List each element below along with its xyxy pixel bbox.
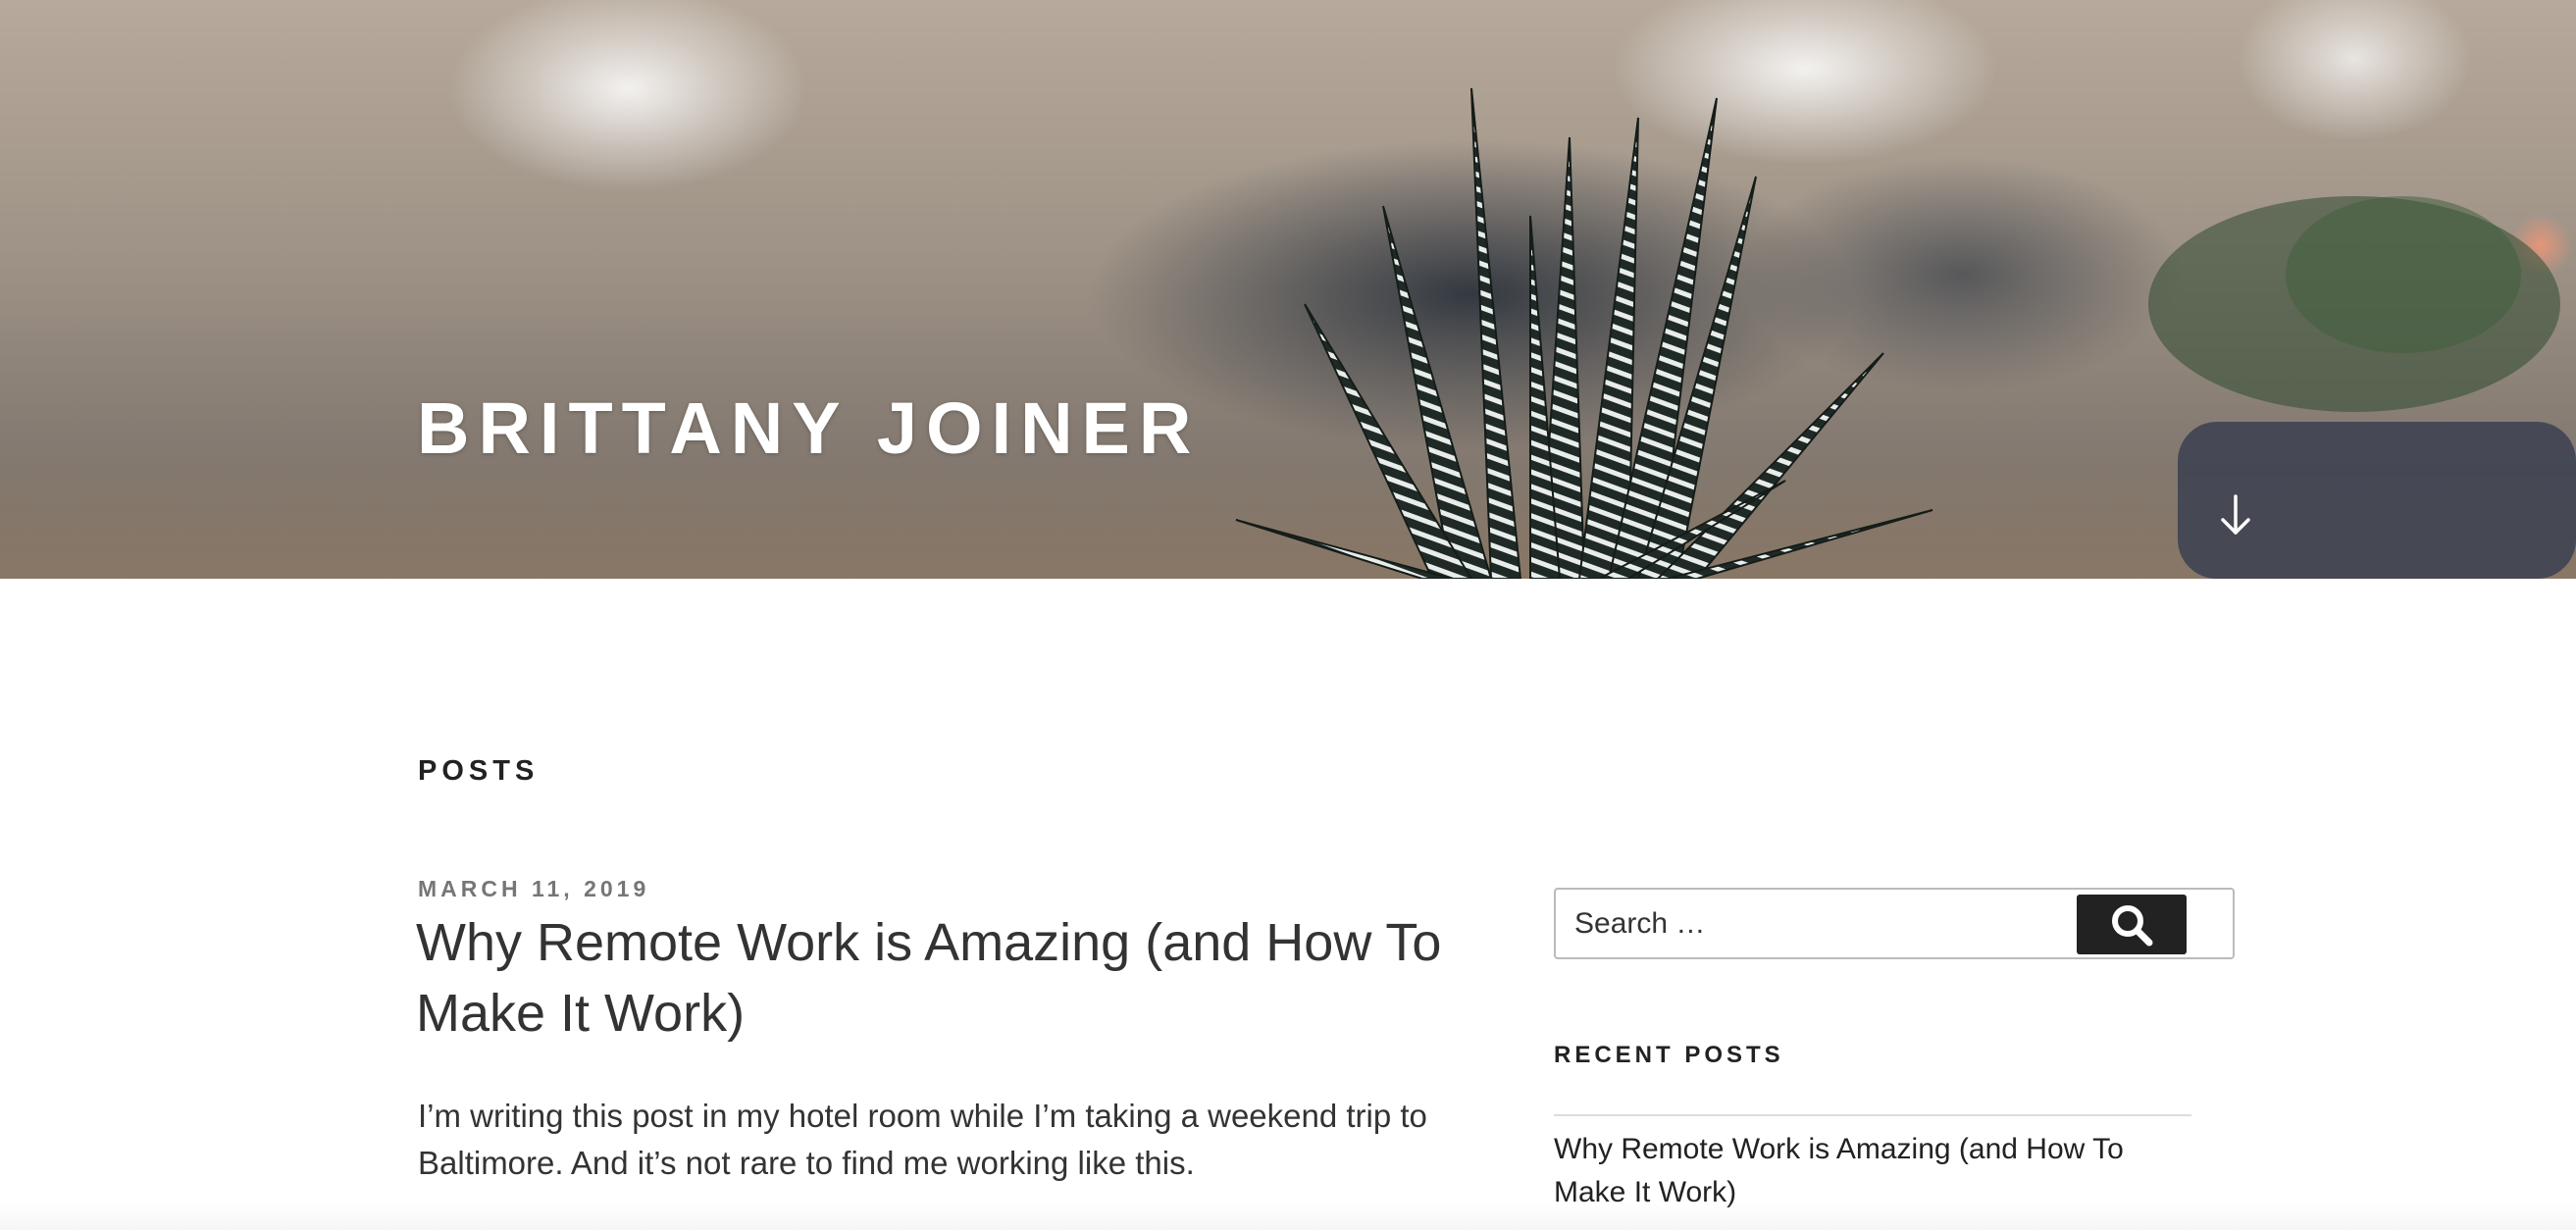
site-header: BRITTANY JOINER [0,0,2576,579]
scroll-down-button[interactable] [2212,487,2259,542]
search-input[interactable] [1556,890,2066,957]
search-form [1554,888,2235,959]
recent-post-link[interactable]: Why Remote Work is Amazing (and How To M… [1554,1133,2124,1208]
succulent-plant-image [1235,87,1933,579]
site-title[interactable]: BRITTANY JOINER [417,392,1200,465]
post-date-link[interactable]: MARCH 11, 2019 [418,876,649,902]
post-title-link[interactable]: Why Remote Work is Amazing (and How To M… [416,907,1475,1049]
recent-posts-list: Why Remote Work is Amazing (and How To M… [1554,1128,2191,1214]
divider [1554,1114,2191,1116]
search-icon [2112,904,2153,946]
background-plant-image [2148,196,2576,579]
post-excerpt: I’m writing this post in my hotel room w… [418,1098,1427,1181]
recent-posts-title: RECENT POSTS [1554,1042,1784,1068]
page-fade [0,1203,2576,1230]
arrow-down-icon [2221,494,2250,535]
search-button[interactable] [2077,895,2187,954]
posts-heading: POSTS [418,755,540,787]
list-item: Why Remote Work is Amazing (and How To M… [1554,1128,2191,1214]
